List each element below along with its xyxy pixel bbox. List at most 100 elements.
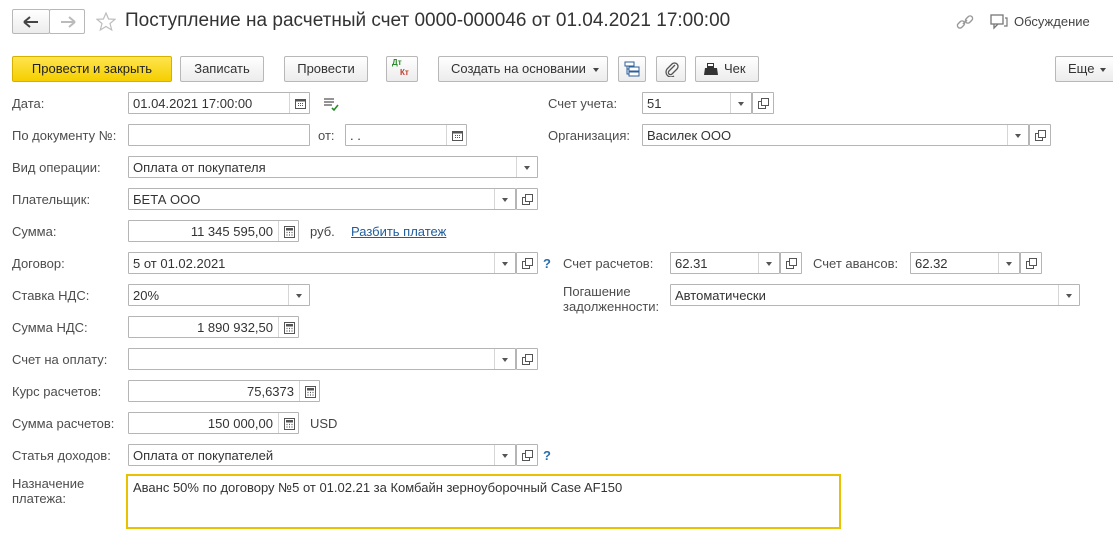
account-select[interactable]: 51	[642, 92, 752, 114]
dropdown-button[interactable]	[998, 253, 1019, 273]
date-field[interactable]: 01.04.2021 17:00:00	[128, 92, 310, 114]
calendar-icon	[295, 99, 306, 109]
paperclip-icon	[665, 62, 679, 77]
amount-field[interactable]: 11 345 595,00	[128, 220, 299, 242]
split-payment-link[interactable]: Разбить платеж	[351, 224, 446, 239]
arrow-left-icon	[23, 16, 38, 28]
open-contract-button[interactable]	[516, 252, 538, 274]
settlement-amount-label: Сумма расчетов:	[12, 416, 115, 431]
calculator-button[interactable]	[299, 381, 319, 401]
open-icon	[522, 258, 533, 269]
open-organization-button[interactable]	[1029, 124, 1051, 146]
dropdown-button[interactable]	[494, 445, 515, 465]
calculator-button[interactable]	[278, 317, 298, 337]
amount-label: Сумма:	[12, 224, 57, 239]
dropdown-button[interactable]	[494, 349, 515, 369]
link-icon[interactable]	[956, 13, 974, 31]
operation-type-select[interactable]: Оплата от покупателя	[128, 156, 538, 178]
calendar-button[interactable]	[446, 125, 466, 145]
invoice-label: Счет на оплату:	[12, 352, 108, 367]
open-icon	[786, 258, 797, 269]
more-button[interactable]: Еще	[1055, 56, 1113, 82]
settlement-currency-label: USD	[310, 416, 338, 431]
calculator-button[interactable]	[278, 221, 298, 241]
open-icon	[522, 194, 533, 205]
calculator-icon	[284, 226, 295, 238]
payer-select[interactable]: БЕТА ООО	[128, 188, 516, 210]
settlement-amount-field[interactable]: 150 000,00	[128, 412, 299, 434]
income-item-help-icon[interactable]: ?	[543, 448, 551, 463]
operation-type-label: Вид операции:	[12, 160, 101, 175]
exchange-rate-field[interactable]: 75,6373	[128, 380, 320, 402]
dropdown-button[interactable]	[730, 93, 751, 113]
create-based-on-label: Создать на основании	[451, 61, 586, 76]
open-icon	[758, 98, 769, 109]
payment-purpose-label: Назначение платежа:	[12, 476, 85, 506]
discussion-link[interactable]: Обсуждение	[1014, 14, 1090, 29]
vat-amount-label: Сумма НДС:	[12, 320, 88, 335]
advance-account-select[interactable]: 62.32	[910, 252, 1020, 274]
doc-number-field[interactable]	[128, 124, 310, 146]
open-settlement-account-button[interactable]	[780, 252, 802, 274]
open-income-item-button[interactable]	[516, 444, 538, 466]
hierarchy-icon	[624, 61, 640, 77]
open-advance-account-button[interactable]	[1020, 252, 1042, 274]
chevron-down-icon	[593, 68, 599, 72]
history-icon[interactable]	[323, 97, 339, 111]
vat-amount-field[interactable]: 1 890 932,50	[128, 316, 299, 338]
settlement-account-select[interactable]: 62.31	[670, 252, 780, 274]
back-button[interactable]	[12, 9, 50, 34]
dropdown-button[interactable]	[516, 157, 537, 177]
dropdown-button[interactable]	[288, 285, 309, 305]
dropdown-button[interactable]	[1058, 285, 1079, 305]
dt-kt-icon: Дт Кт	[392, 58, 409, 77]
save-button[interactable]: Записать	[180, 56, 264, 82]
income-item-label: Статья доходов:	[12, 448, 111, 463]
open-icon	[522, 354, 533, 365]
forward-button[interactable]	[49, 9, 85, 34]
page-title: Поступление на расчетный счет 0000-00004…	[125, 10, 731, 31]
contract-help-icon[interactable]: ?	[543, 256, 551, 271]
advance-account-label: Счет авансов:	[813, 256, 899, 271]
payment-purpose-textarea[interactable]: Аванс 50% по договору №5 от 01.02.21 за …	[126, 474, 841, 529]
calendar-button[interactable]	[289, 93, 309, 113]
vat-rate-label: Ставка НДС:	[12, 288, 90, 303]
receipt-button[interactable]: Чек	[695, 56, 759, 82]
debt-repayment-select[interactable]: Автоматически	[670, 284, 1080, 306]
contract-label: Договор:	[12, 256, 65, 271]
calculator-button[interactable]	[278, 413, 298, 433]
dt-kt-button[interactable]: Дт Кт	[386, 56, 418, 82]
structure-button[interactable]	[618, 56, 646, 82]
income-item-select[interactable]: Оплата от покупателей	[128, 444, 516, 466]
dropdown-button[interactable]	[1007, 125, 1028, 145]
vat-rate-select[interactable]: 20%	[128, 284, 310, 306]
arrow-right-icon	[61, 16, 76, 28]
doc-number-label: По документу №:	[12, 128, 117, 143]
post-and-close-button[interactable]: Провести и закрыть	[12, 56, 172, 82]
chevron-down-icon	[1100, 68, 1106, 72]
invoice-select[interactable]	[128, 348, 516, 370]
post-button[interactable]: Провести	[284, 56, 368, 82]
star-icon[interactable]	[96, 12, 116, 32]
dropdown-button[interactable]	[758, 253, 779, 273]
create-based-on-button[interactable]: Создать на основании	[438, 56, 608, 82]
contract-select[interactable]: 5 от 01.02.2021	[128, 252, 516, 274]
open-payer-button[interactable]	[516, 188, 538, 210]
dropdown-button[interactable]	[494, 253, 515, 273]
doc-date-field[interactable]: . .	[345, 124, 467, 146]
organization-select[interactable]: Василек ООО	[642, 124, 1029, 146]
calculator-icon	[284, 418, 295, 430]
open-account-button[interactable]	[752, 92, 774, 114]
from-label: от:	[318, 128, 335, 143]
settlement-account-label: Счет расчетов:	[563, 256, 654, 271]
calculator-icon	[305, 386, 316, 398]
organization-label: Организация:	[548, 128, 631, 143]
open-invoice-button[interactable]	[516, 348, 538, 370]
receipt-label: Чек	[724, 61, 746, 76]
open-icon	[1026, 258, 1037, 269]
discussion-icon[interactable]	[990, 14, 1008, 30]
attach-button[interactable]	[656, 56, 686, 82]
cash-register-icon	[704, 63, 718, 75]
dropdown-button[interactable]	[494, 189, 515, 209]
currency-label: руб.	[310, 224, 335, 239]
